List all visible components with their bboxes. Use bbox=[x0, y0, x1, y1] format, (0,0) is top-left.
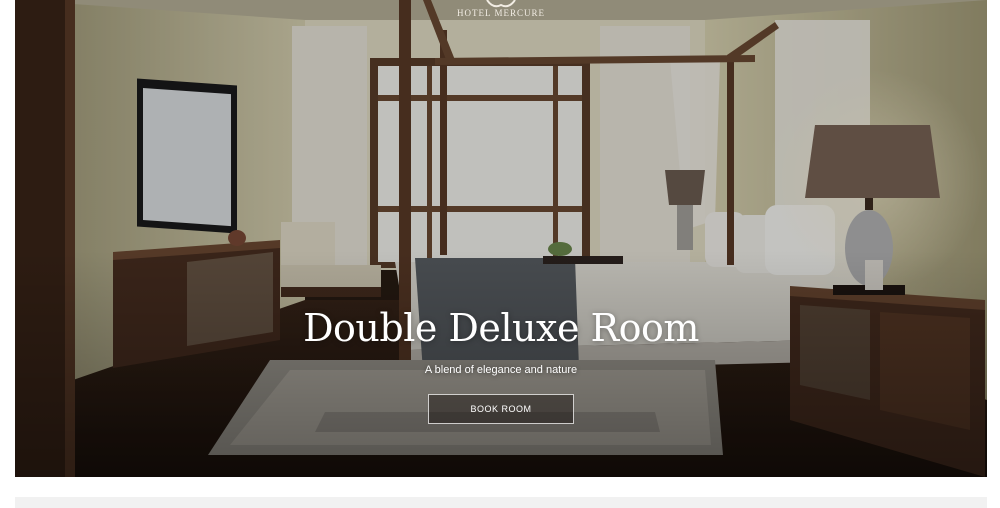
hero-banner: HOTEL MERCURE Double Deluxe Room A blend… bbox=[15, 0, 987, 477]
hotel-logo[interactable]: HOTEL MERCURE bbox=[15, 0, 987, 18]
hotel-name: HOTEL MERCURE bbox=[457, 8, 545, 18]
room-subtitle: A blend of elegance and nature bbox=[424, 364, 578, 376]
room-title: Double Deluxe Room bbox=[303, 306, 699, 350]
next-section-strip bbox=[15, 497, 987, 508]
book-room-button[interactable]: BOOK ROOM bbox=[428, 394, 574, 424]
